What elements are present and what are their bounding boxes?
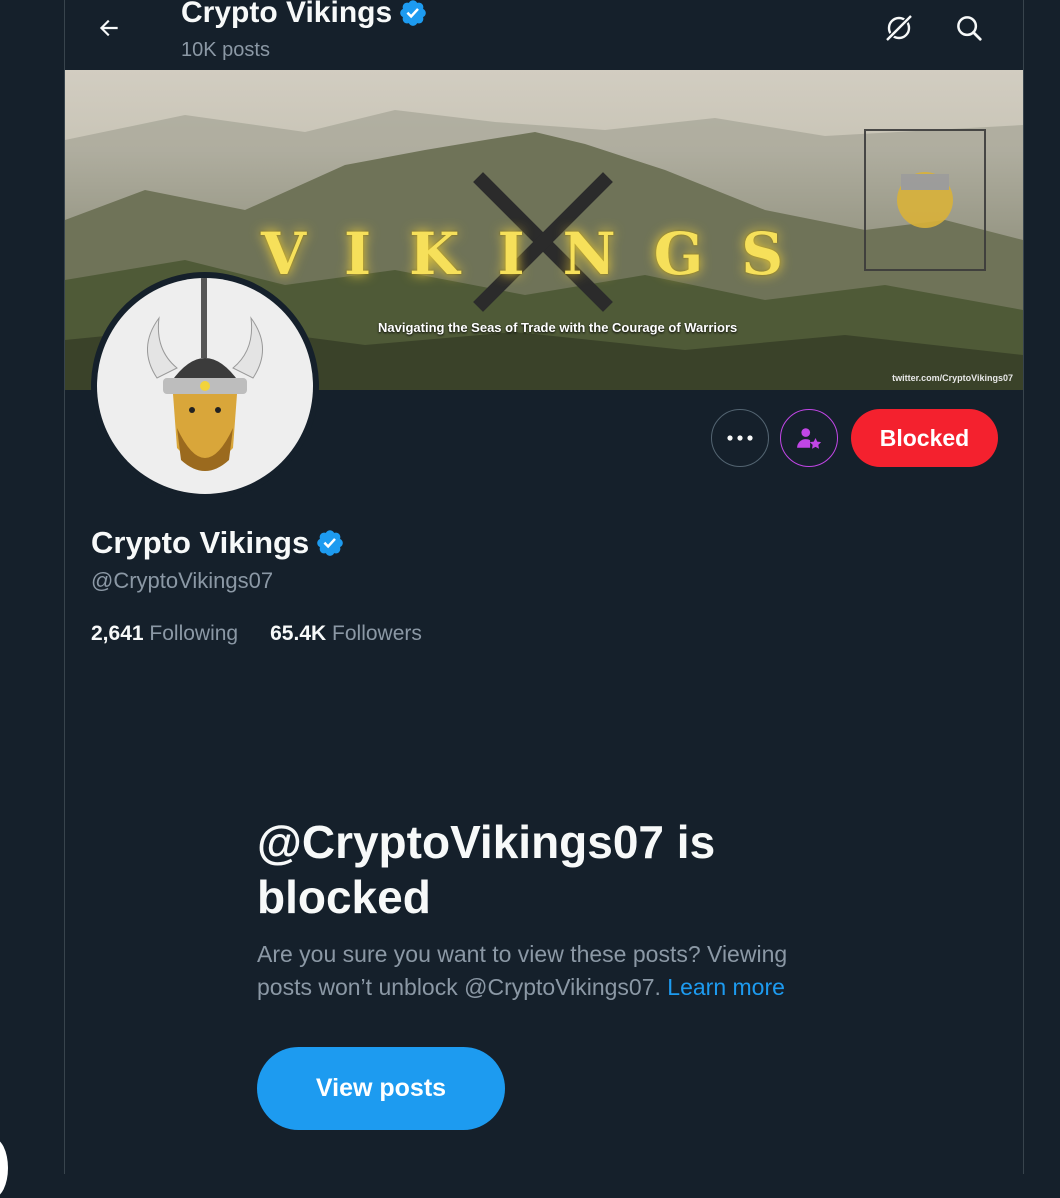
learn-more-link[interactable]: Learn more: [667, 974, 785, 1000]
followers-label: Followers: [332, 622, 422, 645]
profile-handle: @CryptoVikings07: [91, 568, 274, 593]
profile-header: Crypto Vikings 10K posts: [65, 0, 1023, 70]
verified-badge-icon: [400, 0, 426, 26]
header-title: Crypto Vikings: [181, 0, 428, 30]
followers-link[interactable]: 65.4K Followers: [270, 622, 422, 646]
blocked-button[interactable]: Blocked: [851, 409, 998, 467]
back-arrow-icon: [99, 19, 118, 37]
following-label: Following: [149, 622, 239, 645]
more-options-button[interactable]: [711, 409, 769, 467]
subscribe-button[interactable]: [780, 409, 838, 467]
avatar[interactable]: [91, 272, 319, 500]
verified-badge-icon[interactable]: [315, 528, 345, 558]
following-count: 2,641: [91, 622, 144, 645]
avatar-image: [97, 278, 313, 494]
grok-button[interactable]: [879, 8, 919, 48]
header-name: Crypto Vikings: [181, 0, 393, 29]
subscribe-user-star-icon: [797, 428, 822, 449]
corner-edge-element: [0, 1138, 8, 1198]
banner-title: VIKINGS: [261, 220, 822, 288]
banner-handle: twitter.com/CryptoVikings07: [892, 373, 1013, 383]
banner-subtitle: Navigating the Seas of Trade with the Co…: [378, 320, 738, 335]
blocked-title: @CryptoVikings07 is blocked: [257, 816, 716, 923]
blocked-description: Are you sure you want to view these post…: [257, 938, 847, 1004]
profile-name: Crypto Vikings: [91, 525, 345, 561]
more-dots-icon: [727, 435, 753, 441]
search-icon: [957, 16, 982, 41]
profile-display-name: Crypto Vikings: [91, 525, 310, 560]
profile-stats: 2,641 Following 65.4K Followers: [91, 622, 422, 646]
followers-count: 65.4K: [270, 622, 327, 645]
viking-avatar-icon: [147, 278, 263, 471]
following-link[interactable]: 2,641 Following: [91, 622, 238, 646]
view-posts-button[interactable]: View posts: [257, 1047, 505, 1130]
search-button[interactable]: [949, 8, 989, 48]
profile-column: Crypto Vikings 10K posts VIKINGS Navigat…: [64, 0, 1024, 1174]
header-post-count: 10K posts: [181, 39, 270, 61]
back-button[interactable]: [89, 8, 129, 48]
grok-icon: [885, 14, 913, 42]
